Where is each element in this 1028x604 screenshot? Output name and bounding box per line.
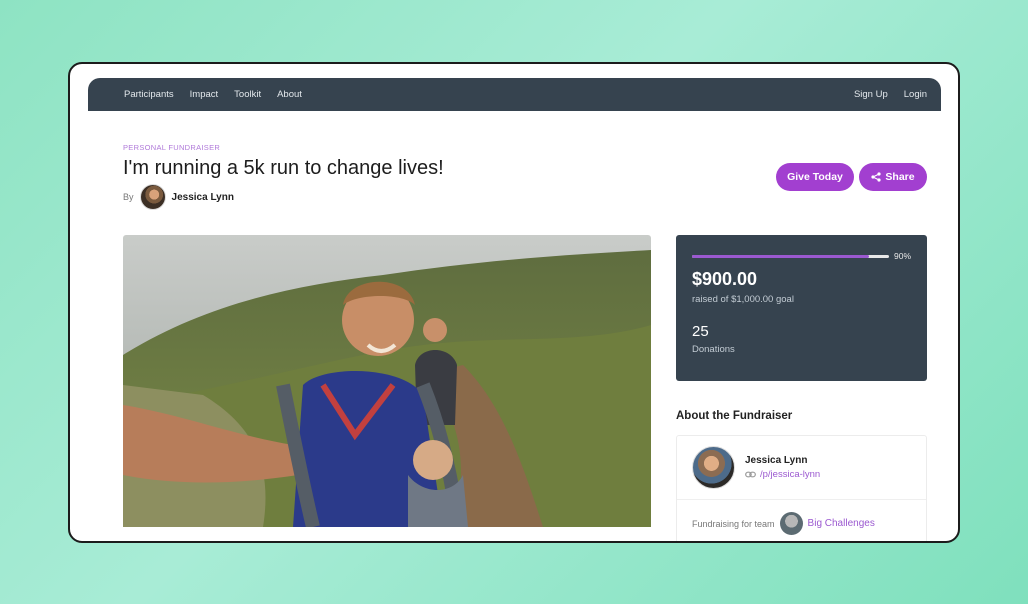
- progress-fill: [692, 254, 870, 258]
- stats-panel: 90% $900.00 raised of $1,000.00 goal 25 …: [676, 235, 927, 381]
- fundraiser-name[interactable]: Jessica Lynn: [745, 455, 807, 466]
- donations-label: Donations: [692, 344, 735, 355]
- link-icon: [745, 471, 756, 478]
- author-avatar[interactable]: [139, 184, 166, 210]
- team-name-link[interactable]: Big Challenges: [808, 518, 875, 529]
- about-card: Jessica Lynn /p/jessica-lynn Fundraising…: [676, 435, 927, 541]
- share-label: Share: [885, 171, 915, 183]
- amount-raised: $900.00: [692, 269, 758, 289]
- nav-about[interactable]: About: [277, 89, 302, 100]
- fundraiser-type-label: PERSONAL FUNDRAISER: [123, 143, 221, 152]
- share-button[interactable]: Share: [859, 163, 927, 191]
- nav-participants[interactable]: Participants: [124, 89, 174, 100]
- hero-photo-art: [123, 235, 651, 527]
- progress-percent: 90%: [893, 251, 911, 261]
- progress-row: 90%: [692, 251, 911, 261]
- top-navbar: Participants Impact Toolkit About Sign U…: [88, 78, 941, 111]
- donations-count: 25: [692, 323, 709, 340]
- team-avatar[interactable]: [779, 512, 803, 535]
- team-row: Fundraising for team Big Challenges: [692, 512, 875, 535]
- give-today-button[interactable]: Give Today: [776, 163, 854, 191]
- team-label: Fundraising for team: [692, 518, 775, 529]
- fundraiser-avatar[interactable]: [692, 446, 735, 489]
- about-heading: About the Fundraiser: [676, 410, 793, 422]
- page-title: I'm running a 5k run to change lives!: [123, 157, 444, 179]
- profile-link-text: /p/jessica-lynn: [760, 469, 821, 480]
- by-label: By: [123, 192, 134, 202]
- card-divider: [677, 499, 926, 500]
- progress-bar: [692, 254, 889, 258]
- share-icon: [871, 172, 882, 182]
- hero-photo: [123, 235, 651, 527]
- nav-right-group: Sign Up Login: [854, 89, 927, 100]
- nav-impact[interactable]: Impact: [190, 89, 219, 100]
- nav-login[interactable]: Login: [904, 89, 927, 100]
- profile-link[interactable]: /p/jessica-lynn: [745, 469, 820, 480]
- nav-sign-up[interactable]: Sign Up: [854, 89, 888, 100]
- byline: By Jessica Lynn: [123, 184, 234, 210]
- goal-text: raised of $1,000.00 goal: [692, 294, 794, 305]
- browser-frame: Participants Impact Toolkit About Sign U…: [68, 62, 960, 543]
- nav-toolkit[interactable]: Toolkit: [234, 89, 261, 100]
- author-name[interactable]: Jessica Lynn: [172, 192, 234, 203]
- nav-left-group: Participants Impact Toolkit About: [124, 89, 302, 100]
